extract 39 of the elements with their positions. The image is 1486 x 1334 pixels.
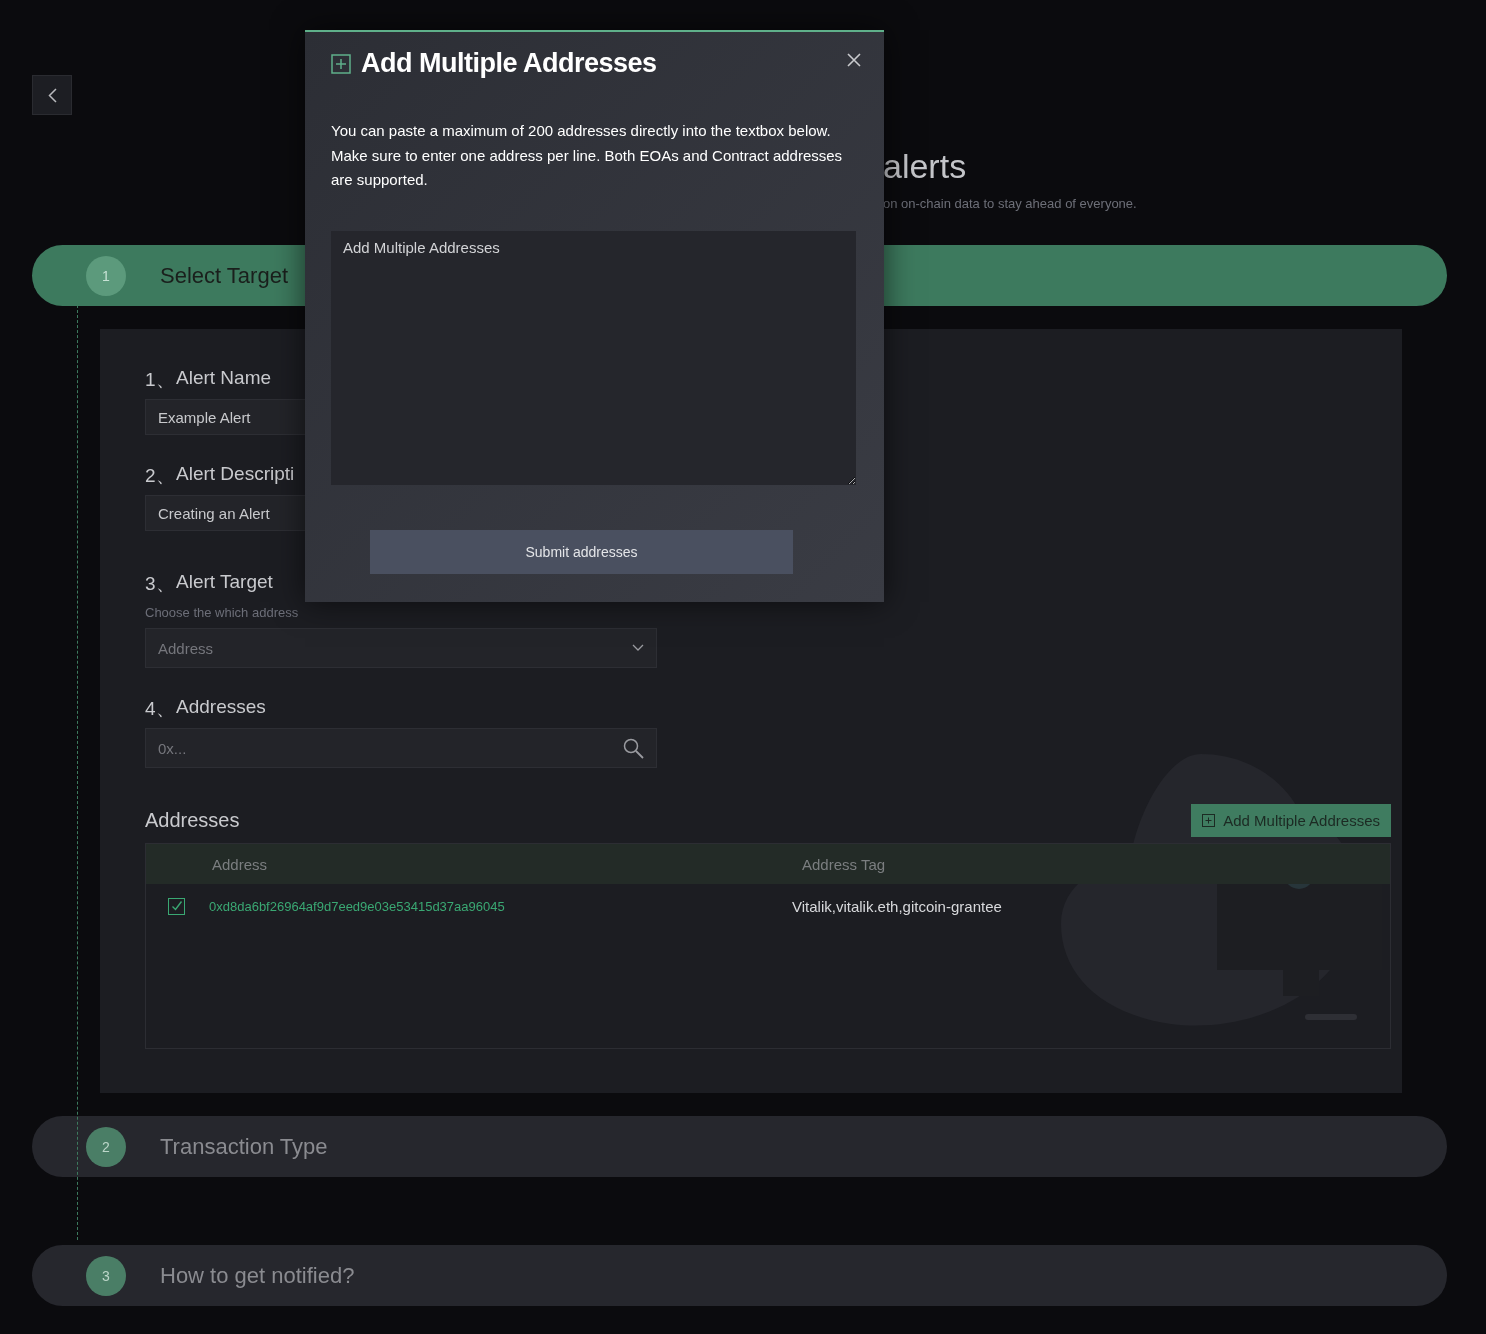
step-title: Transaction Type <box>160 1133 328 1160</box>
address-link[interactable]: 0xd8da6bf26964af9d7eed9e03e53415d37aa96045 <box>209 898 792 914</box>
field-hint: Choose the which address <box>145 605 300 620</box>
column-header: Address Tag <box>802 855 886 873</box>
field-label: Addresses <box>176 696 266 719</box>
step-number: 2 <box>86 1126 126 1167</box>
field-number: 1、 <box>145 368 176 392</box>
modal-title: Add Multiple Addresses <box>361 48 657 79</box>
field-number: 4、 <box>145 697 176 721</box>
step-header[interactable]: 2 Transaction Type <box>32 1116 1447 1177</box>
dropdown[interactable]: Address <box>145 628 657 668</box>
submit-button[interactable]: Submit addresses <box>370 529 793 574</box>
field-number: 2、 <box>145 464 176 488</box>
plus-square-icon <box>1202 814 1216 827</box>
page-title: alerts <box>883 147 968 186</box>
plus-square-icon <box>331 53 351 74</box>
step-number: 1 <box>86 255 126 296</box>
close-icon[interactable] <box>846 52 862 68</box>
search-field[interactable]: 0x... <box>145 728 657 768</box>
step-title: How to get notified? <box>160 1262 355 1289</box>
chevron-left-icon <box>47 87 57 103</box>
addresses-textarea[interactable]: Add Multiple Addresses <box>331 230 856 485</box>
field-label: Alert Target <box>176 571 273 594</box>
modal-description: You can paste a maximum of 200 addresses directly into the textbox below. Make sure to enter one address per line. Both EOAs and Contract addresses are supported. <box>331 121 844 190</box>
field-label: Alert Descripti <box>176 463 295 486</box>
chevron-down-icon <box>632 644 644 652</box>
address-tag: Vitalik,vitalik.eth,gitcoin-grantee <box>792 897 1002 915</box>
field-label: Alert Name <box>176 367 272 390</box>
add-multiple-button[interactable]: Add Multiple Addresses <box>1191 804 1391 837</box>
checkbox[interactable] <box>168 897 185 915</box>
field-number: 3、 <box>145 572 176 596</box>
back-button[interactable] <box>32 75 72 115</box>
search-icon <box>623 737 644 759</box>
step-title: Select Target <box>160 262 288 289</box>
step-number: 3 <box>86 1255 126 1296</box>
column-header: Address <box>212 855 269 873</box>
step-header[interactable]: 3 How to get notified? <box>32 1245 1447 1306</box>
page-subtitle: on on-chain data to stay ahead of everyone. <box>883 196 1137 211</box>
section-title: Addresses <box>145 809 240 832</box>
